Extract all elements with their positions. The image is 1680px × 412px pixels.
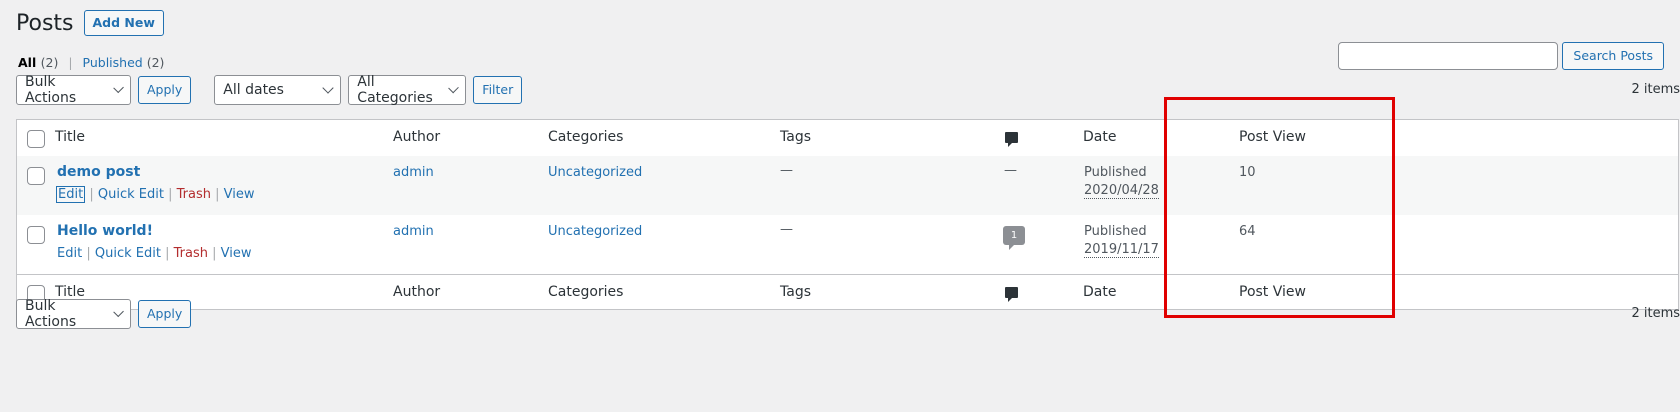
edit-link[interactable]: Edit bbox=[57, 246, 82, 261]
dates-select[interactable]: All dates bbox=[214, 75, 342, 105]
post-date: 2020/04/28 bbox=[1084, 183, 1159, 199]
search-box: Search Posts bbox=[1338, 42, 1664, 70]
chevron-down-icon bbox=[448, 82, 460, 94]
author-link[interactable]: admin bbox=[393, 165, 434, 180]
highlight-annotation-box bbox=[1164, 97, 1395, 318]
post-status: Published bbox=[1084, 165, 1147, 180]
comment-count-bubble[interactable]: 1 bbox=[1003, 226, 1025, 250]
category-link[interactable]: Uncategorized bbox=[548, 165, 642, 180]
view-link[interactable]: View bbox=[221, 246, 252, 261]
post-title-link[interactable]: Hello world! bbox=[57, 223, 153, 239]
chevron-down-icon bbox=[112, 306, 124, 318]
tags-value: — bbox=[780, 222, 793, 237]
filter-all-link[interactable]: All (2) bbox=[18, 55, 58, 70]
tablenav-bottom: Bulk Actions Apply bbox=[16, 298, 192, 330]
apply-button[interactable]: Apply bbox=[138, 76, 192, 104]
row-checkbox[interactable] bbox=[27, 167, 45, 185]
select-all-checkbox[interactable] bbox=[27, 130, 45, 148]
row-checkbox[interactable] bbox=[27, 226, 45, 244]
table-row: Hello world! Edit | Quick Edit | Trash |… bbox=[17, 215, 1678, 274]
post-title-link[interactable]: demo post bbox=[57, 164, 140, 180]
table-row: demo post Edit | Quick Edit | Trash | Vi… bbox=[17, 156, 1678, 215]
column-author-footer: Author bbox=[393, 284, 441, 300]
row-actions: Edit | Quick Edit | Trash | View bbox=[56, 186, 255, 203]
column-tags-header: Tags bbox=[780, 129, 811, 145]
column-date-header[interactable]: Date bbox=[1083, 129, 1116, 145]
filter-button[interactable]: Filter bbox=[473, 76, 523, 104]
quick-edit-link[interactable]: Quick Edit bbox=[95, 246, 161, 261]
bulk-actions-select[interactable]: Bulk Actions bbox=[16, 298, 131, 330]
bulk-actions-select[interactable]: Bulk Actions bbox=[16, 74, 131, 106]
categories-select[interactable]: All Categories bbox=[348, 74, 467, 106]
tags-value: — bbox=[780, 163, 793, 178]
column-categories-footer: Categories bbox=[548, 284, 624, 300]
post-date: 2019/11/17 bbox=[1084, 242, 1159, 258]
chevron-down-icon bbox=[322, 82, 334, 94]
page-title: Posts bbox=[16, 10, 74, 36]
status-filter-links: All (2) | Published (2) bbox=[18, 55, 164, 70]
search-posts-button[interactable]: Search Posts bbox=[1562, 42, 1664, 70]
column-title-header[interactable]: Title bbox=[55, 129, 85, 145]
table-footer-row: Title Author Categories Tags Date Post V… bbox=[17, 274, 1678, 311]
column-author-header: Author bbox=[393, 129, 441, 145]
chevron-down-icon bbox=[112, 82, 124, 94]
category-link[interactable]: Uncategorized bbox=[548, 224, 642, 239]
tablenav-top: Bulk Actions Apply All dates All Categor… bbox=[16, 74, 523, 106]
table-header-row: Title Author Categories Tags Date Post V… bbox=[17, 120, 1678, 157]
column-tags-footer: Tags bbox=[780, 284, 811, 300]
apply-button[interactable]: Apply bbox=[138, 300, 192, 328]
trash-link[interactable]: Trash bbox=[174, 246, 208, 261]
trash-link[interactable]: Trash bbox=[177, 187, 211, 202]
comments-value: — bbox=[1004, 163, 1017, 178]
posts-table: Title Author Categories Tags Date Post V… bbox=[16, 119, 1679, 310]
author-link[interactable]: admin bbox=[393, 224, 434, 239]
filter-separator: | bbox=[68, 55, 73, 70]
comment-icon[interactable] bbox=[1005, 132, 1018, 147]
search-input[interactable] bbox=[1338, 42, 1559, 70]
row-actions: Edit | Quick Edit | Trash | View bbox=[57, 246, 252, 261]
quick-edit-link[interactable]: Quick Edit bbox=[98, 187, 164, 202]
items-count-top: 2 items bbox=[1631, 82, 1680, 97]
column-date-footer[interactable]: Date bbox=[1083, 284, 1116, 300]
edit-link[interactable]: Edit bbox=[56, 186, 86, 203]
filter-published-link[interactable]: Published (2) bbox=[83, 55, 165, 70]
items-count-bottom: 2 items bbox=[1631, 306, 1680, 321]
view-link[interactable]: View bbox=[224, 187, 255, 202]
comment-icon[interactable] bbox=[1005, 287, 1018, 302]
page-header: Posts Add New bbox=[16, 10, 164, 36]
add-new-button[interactable]: Add New bbox=[83, 10, 164, 36]
post-status: Published bbox=[1084, 224, 1147, 239]
column-categories-header: Categories bbox=[548, 129, 624, 145]
